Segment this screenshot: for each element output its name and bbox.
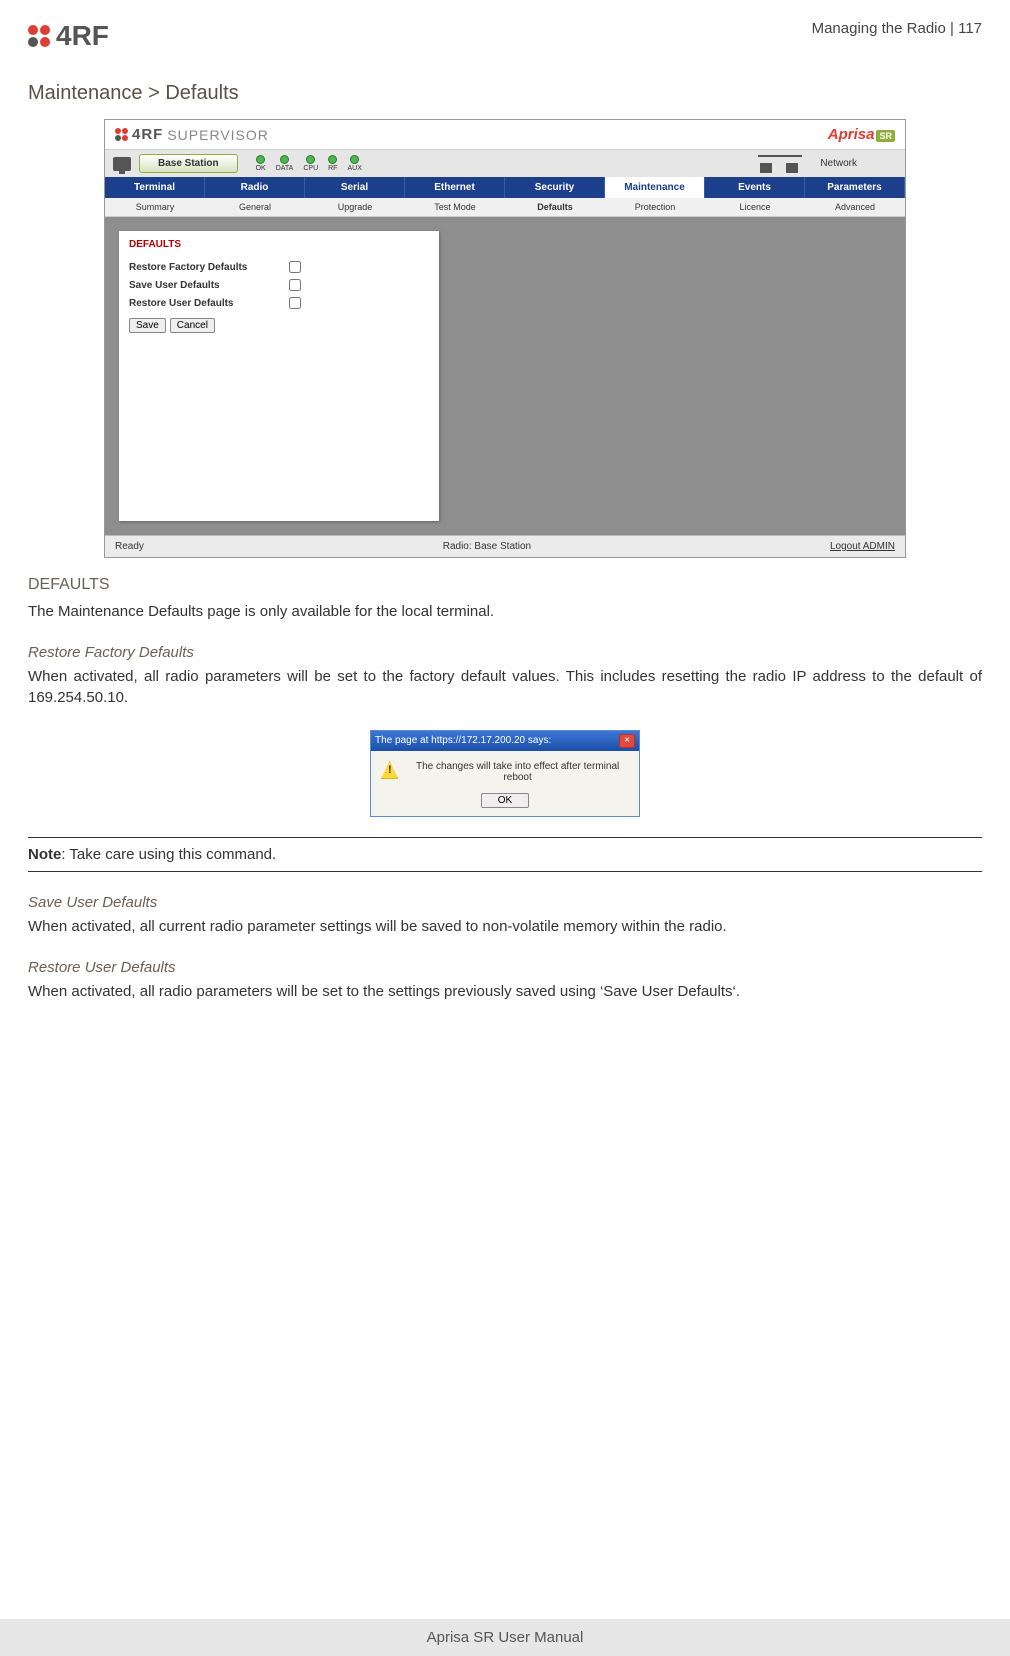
led-row: OK DATA CPU RF AUX: [256, 155, 362, 172]
subtab-testmode[interactable]: Test Mode: [405, 198, 505, 216]
brand-logo: 4RF: [28, 20, 109, 52]
heading-sud: Save User Defaults: [28, 894, 982, 911]
product-name: AprisaSR: [828, 126, 895, 143]
supervisor-logo: 4RF SUPERVISOR: [115, 126, 269, 143]
dialog-ok-button[interactable]: OK: [481, 793, 529, 808]
heading-rfd: Restore Factory Defaults: [28, 644, 982, 661]
page-footer: Aprisa SR User Manual: [0, 1619, 1010, 1656]
panel-title: DEFAULTS: [129, 239, 429, 250]
heading-rud: Restore User Defaults: [28, 959, 982, 976]
sub-tabs: Summary General Upgrade Test Mode Defaul…: [105, 198, 905, 217]
subtab-upgrade[interactable]: Upgrade: [305, 198, 405, 216]
note-line: Note: Take care using this command.: [28, 846, 982, 863]
subtab-summary[interactable]: Summary: [105, 198, 205, 216]
base-station-button[interactable]: Base Station: [139, 154, 238, 173]
dialog-body-text: The changes will take into effect after …: [406, 761, 629, 783]
tab-parameters[interactable]: Parameters: [805, 177, 905, 198]
led-cpu: CPU: [303, 165, 318, 172]
tab-ethernet[interactable]: Ethernet: [405, 177, 505, 198]
logout-link[interactable]: Logout ADMIN: [830, 541, 895, 552]
para-rfd: When activated, all radio parameters wil…: [28, 667, 982, 708]
heading-defaults: DEFAULTS: [28, 576, 982, 594]
led-data: DATA: [276, 165, 294, 172]
page-header-right: Managing the Radio | 117: [812, 20, 982, 37]
tab-maintenance[interactable]: Maintenance: [605, 177, 705, 198]
subtab-general[interactable]: General: [205, 198, 305, 216]
para-defaults: The Maintenance Defaults page is only av…: [28, 602, 982, 622]
tab-radio[interactable]: Radio: [205, 177, 305, 198]
close-icon[interactable]: ×: [619, 734, 635, 748]
defaults-panel: DEFAULTS Restore Factory Defaults Save U…: [119, 231, 439, 521]
dialog-title: The page at https://172.17.200.20 says:: [375, 735, 551, 746]
tab-events[interactable]: Events: [705, 177, 805, 198]
network-icon: [758, 155, 802, 173]
save-button[interactable]: Save: [129, 318, 166, 333]
product-badge: SR: [876, 130, 895, 142]
row-save-user: Save User Defaults: [129, 280, 289, 291]
checkbox-restore-factory[interactable]: [289, 261, 301, 273]
status-ready: Ready: [115, 541, 144, 552]
tab-security[interactable]: Security: [505, 177, 605, 198]
note-bold: Note: [28, 846, 61, 863]
dialog-screenshot: The page at https://172.17.200.20 says: …: [370, 730, 640, 817]
supervisor-screenshot: 4RF SUPERVISOR AprisaSR Base Station OK …: [104, 119, 906, 558]
led-aux: AUX: [347, 165, 361, 172]
checkbox-save-user[interactable]: [289, 279, 301, 291]
page-title: Maintenance > Defaults: [28, 82, 982, 105]
row-restore-user: Restore User Defaults: [129, 298, 289, 309]
para-sud: When activated, all current radio parame…: [28, 917, 982, 937]
logo-text: 4RF: [56, 20, 109, 52]
led-ok: OK: [256, 165, 266, 172]
product-text: Aprisa: [828, 126, 875, 143]
main-tabs: Terminal Radio Serial Ethernet Security …: [105, 177, 905, 198]
tab-terminal[interactable]: Terminal: [105, 177, 205, 198]
para-rud: When activated, all radio parameters wil…: [28, 982, 982, 1002]
network-label: Network: [820, 158, 857, 169]
led-rf: RF: [328, 165, 337, 172]
row-restore-factory: Restore Factory Defaults: [129, 262, 289, 273]
logo-icon: [28, 25, 50, 47]
subtab-advanced[interactable]: Advanced: [805, 198, 905, 216]
supervisor-sub: SUPERVISOR: [167, 127, 269, 143]
cancel-button[interactable]: Cancel: [170, 318, 215, 333]
subtab-defaults[interactable]: Defaults: [505, 198, 605, 216]
supervisor-brand: 4RF: [132, 126, 163, 143]
tab-serial[interactable]: Serial: [305, 177, 405, 198]
checkbox-restore-user[interactable]: [289, 297, 301, 309]
note-text: : Take care using this command.: [61, 846, 276, 863]
divider: [28, 837, 982, 838]
subtab-protection[interactable]: Protection: [605, 198, 705, 216]
device-icon: [113, 157, 131, 171]
divider: [28, 871, 982, 872]
subtab-licence[interactable]: Licence: [705, 198, 805, 216]
status-radio: Radio: Base Station: [443, 541, 531, 552]
warning-icon: [381, 761, 398, 779]
